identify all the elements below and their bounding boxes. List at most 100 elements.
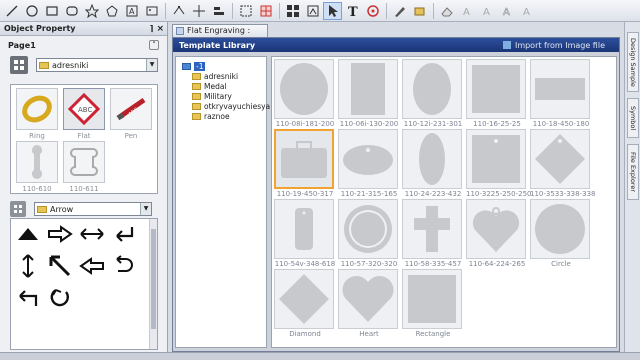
text-shadow-icon[interactable]: A [477,2,496,20]
arrow-up-shape[interactable] [14,222,44,256]
gallery-item[interactable]: 110-3225-250-250 [466,129,531,199]
template-item-ring[interactable]: Ring [15,88,59,144]
eraser-icon[interactable] [437,2,456,20]
chevron-down-icon[interactable]: ▼ [146,59,157,71]
text-outline-icon[interactable]: A [497,2,516,20]
gallery-item[interactable]: 110-12i-231-301 [402,59,464,129]
chevron-down-icon[interactable]: ▼ [140,203,151,215]
arrow-vertical-shape[interactable] [14,254,44,288]
shape-category-value: Arrow [50,204,74,214]
gallery-item-label: 110-16-25-25 [473,120,521,128]
arrow-right-shape[interactable] [46,222,76,256]
select-tool-icon[interactable] [323,1,342,20]
rectangle-tool-icon[interactable] [42,2,61,20]
image-tool-icon[interactable] [142,2,161,20]
diamond-hole-tag-icon [530,129,590,189]
circle-target-icon[interactable] [363,2,382,20]
tree-root[interactable]: -1 [176,61,266,71]
gallery-item[interactable]: 110-21-315-165 [338,129,400,199]
tree-item[interactable]: Military [176,91,266,101]
template-item-110-610[interactable]: 110-610 [15,141,59,197]
text-arc-icon[interactable]: A [517,2,536,20]
tab-symbol[interactable]: Symbol [627,98,639,138]
tree-item[interactable]: raznoe [176,111,266,121]
tree-item[interactable]: adresniki [176,71,266,81]
tree-item[interactable]: otkryvayuchiesya [176,101,270,111]
template-item-pen[interactable]: ABC Pen [109,88,153,144]
arrow-return-shape[interactable] [110,222,140,256]
arrow-double-horizontal-shape[interactable] [78,222,108,256]
pen-icon[interactable] [390,2,409,20]
heart-hole-tag-icon [466,199,526,259]
line-tool-icon[interactable] [2,2,21,20]
collapse-icon[interactable]: ˄ [149,40,159,50]
pin-icon[interactable]: ⌉ [150,24,154,33]
template-category-select[interactable]: adresniki ▼ [36,58,158,72]
gallery-item[interactable]: Circle [530,199,592,269]
gallery-item[interactable]: 110-57-320-320 [338,199,400,269]
text-tool-icon[interactable]: T [343,2,362,20]
grid-tool-icon[interactable] [256,2,275,20]
rectangle-shape-icon [402,269,462,329]
tab-file-explorer[interactable]: File Explorer [627,144,639,200]
template-library-title-bar: Template Library Import from Image file [173,38,619,52]
arrow-shape-list [10,218,158,350]
square-hole-tag-icon [466,129,526,189]
panel-title: Object Property [4,24,76,33]
arrow-uturn-shape[interactable] [110,254,140,288]
gallery-item[interactable]: 110-24-223-432 [402,129,464,199]
node-tool-icon[interactable] [169,2,188,20]
tree-root-label: -1 [194,61,206,71]
tree-item[interactable]: Medal [176,81,266,91]
import-image-button[interactable]: Import from Image file [502,41,605,50]
symbol-icon[interactable] [303,2,322,20]
gallery-item[interactable]: 110-06i-130-200 [338,59,400,129]
fill-icon[interactable] [410,2,429,20]
gallery-item[interactable]: Heart [338,269,400,339]
text-frame-tool-icon[interactable]: A [122,2,141,20]
gallery-item[interactable]: 110-54v-348-618 [274,199,336,269]
close-icon[interactable]: × [156,24,164,34]
turn-arrow-icon [14,286,42,310]
gallery-item[interactable]: 110-08i-181-200 [274,59,336,129]
ellipse-tool-icon[interactable] [22,2,41,20]
move-tool-icon[interactable] [189,2,208,20]
gallery-item-selected[interactable]: 110-19-450-317 [274,129,336,199]
frame-tool-icon[interactable] [236,2,255,20]
tree-item-label: raznoe [204,111,230,121]
star-tool-icon[interactable] [82,2,101,20]
text-effect-icon[interactable]: A [457,2,476,20]
rounded-rect-tool-icon[interactable] [62,2,81,20]
document-tab[interactable]: Flat Engraving : Page1 [172,24,268,47]
diamond-shape-icon [274,269,334,329]
shape-view-icon[interactable] [10,201,26,217]
gallery-item[interactable]: 110-3533-338-338 [530,129,595,199]
arrow-circular-shape[interactable] [46,286,76,320]
polygon-tool-icon[interactable] [102,2,121,20]
gallery-item[interactable]: 110-58-335-457 [402,199,464,269]
heart-shape-icon [338,269,398,329]
tree-item-label: Military [204,91,232,101]
gallery-item[interactable]: 110-16-25-25 [466,59,528,129]
arrow-left-shape[interactable] [78,254,108,288]
ring-tag-icon [338,199,398,259]
folder-icon [37,205,47,213]
library-icon[interactable] [283,2,302,20]
gallery-item[interactable]: 110-18-450-180 [530,59,592,129]
document-icon [176,27,184,35]
tab-design-sample[interactable]: Design Sample [627,32,639,92]
arrow-turn-shape[interactable] [14,286,44,320]
gallery-item-label: 110-18-450-180 [532,120,590,128]
arrow-list-scrollbar[interactable] [149,219,157,349]
align-tool-icon[interactable] [209,2,228,20]
gallery-item[interactable]: Rectangle [402,269,464,339]
template-item-110-611[interactable]: 110-611 [62,141,106,197]
template-item-flat[interactable]: ABC Flat [62,88,106,144]
grid-view-icon[interactable] [10,56,28,74]
gallery-item[interactable]: 110-64-224-265 [466,199,528,269]
tall-oval-tag-icon [402,129,462,189]
arrow-diagonal-shape[interactable] [46,254,76,288]
library-folder-tree: -1 adresniki Medal Military otkryvayuchi… [175,56,270,348]
gallery-item[interactable]: Diamond [274,269,336,339]
shape-category-select[interactable]: Arrow ▼ [34,202,152,216]
